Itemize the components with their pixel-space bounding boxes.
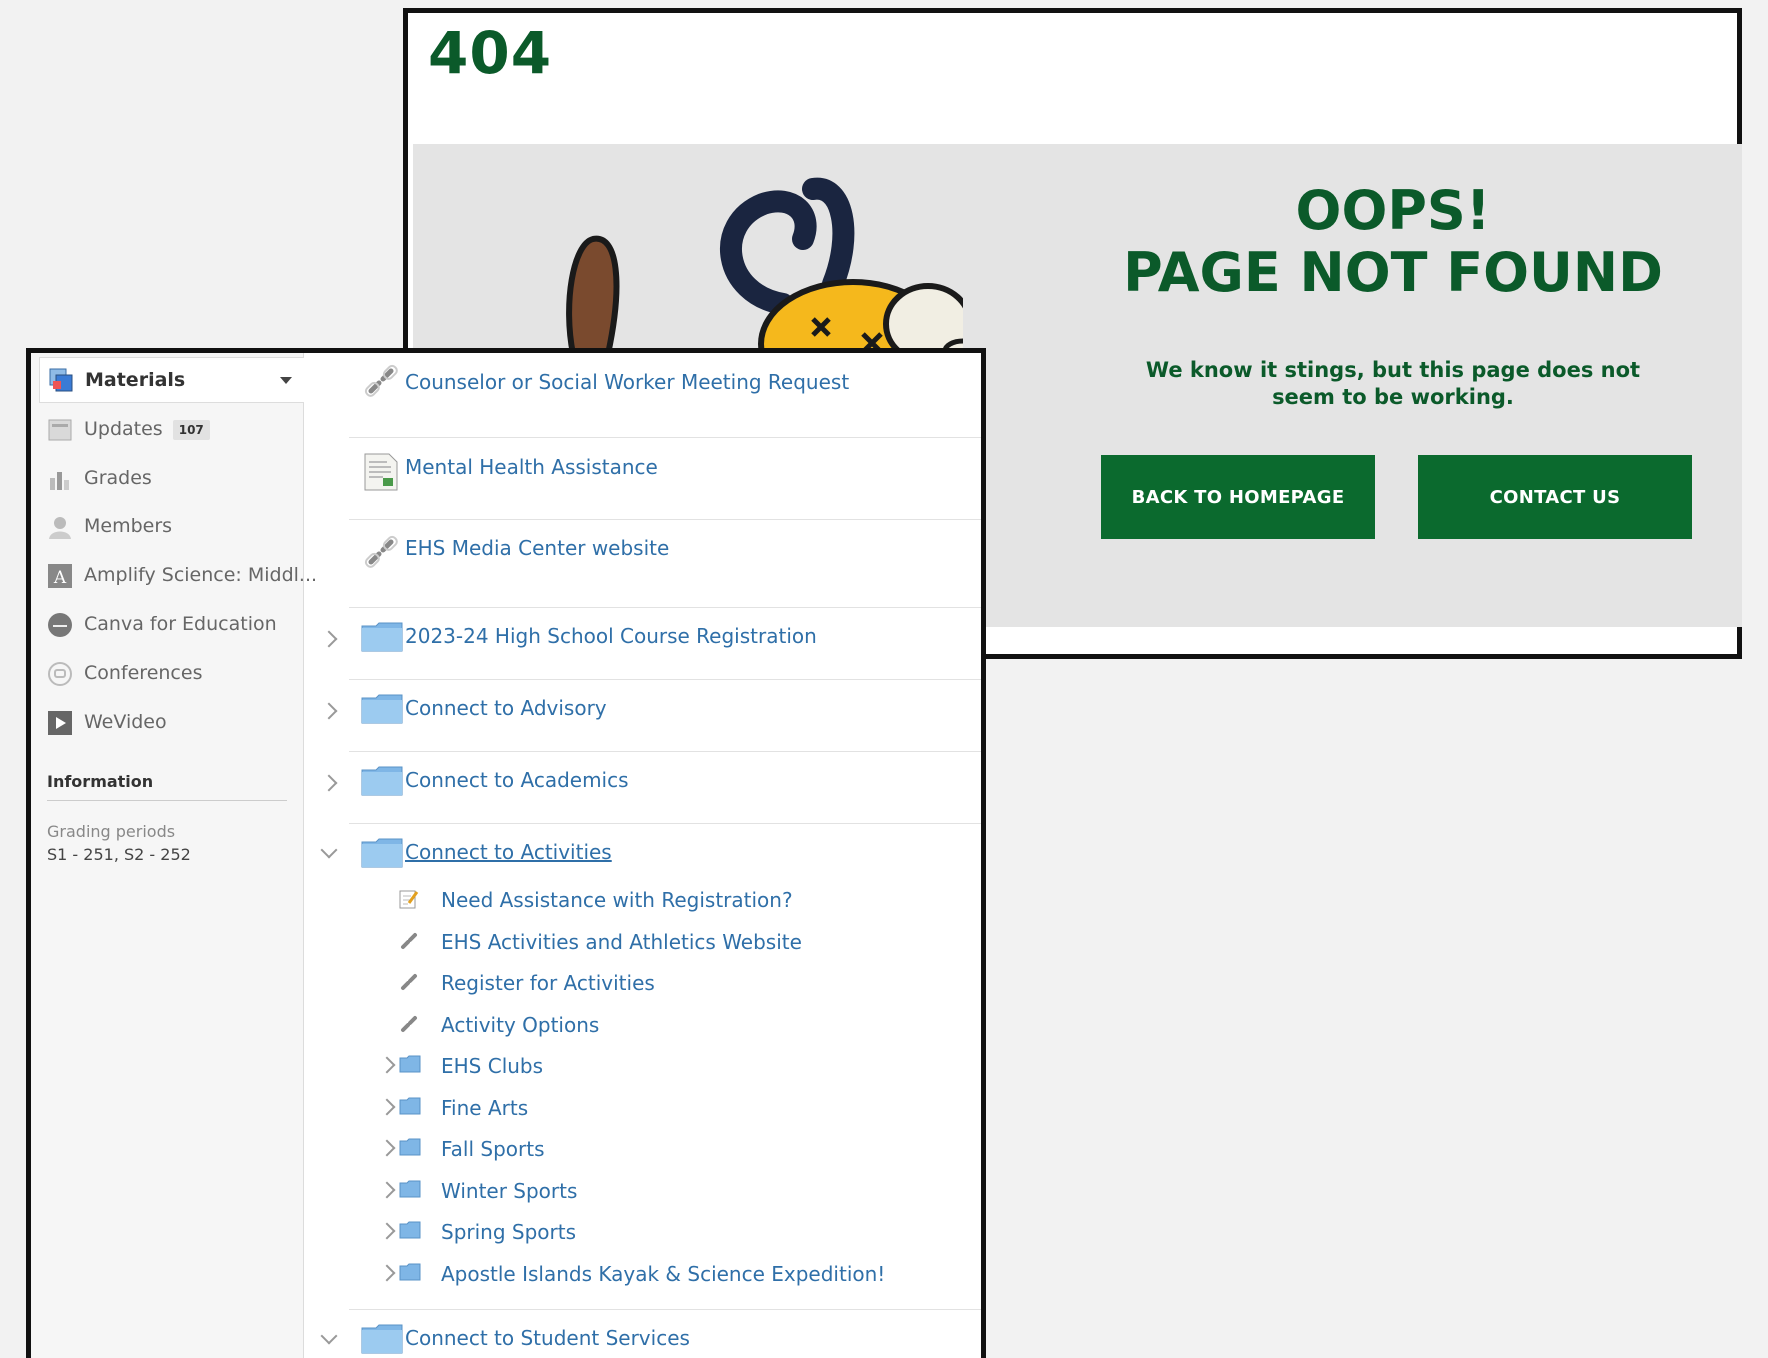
folder-icon [399,1097,421,1115]
folder-icon [399,1138,421,1156]
folder-icon [361,838,403,868]
material-item-label[interactable]: EHS Media Center website [405,536,669,560]
child-item-label[interactable]: Winter Sports [441,1179,577,1203]
chevron-down-icon[interactable] [320,841,338,859]
course-sidebar: Materials Updates 107 Grades Members A A… [31,353,317,1358]
folder-icon [399,1221,421,1239]
sidebar-item-wevideo[interactable]: WeVideo [31,703,303,743]
sidebar-item-label: Grades [84,467,152,489]
chevron-right-icon[interactable] [378,1181,396,1199]
folder-label[interactable]: Connect to Student Services [405,1326,690,1350]
members-icon [49,517,71,539]
link-icon [364,535,398,568]
sidebar-item-label: WeVideo [84,711,167,733]
back-to-homepage-button[interactable]: BACK TO HOMEPAGE [1101,455,1375,539]
child-item-label[interactable]: EHS Clubs [441,1054,543,1078]
divider [349,437,981,438]
child-item-label[interactable]: EHS Activities and Athletics Website [441,930,802,954]
folder-label[interactable]: Connect to Advisory [405,696,607,720]
sidebar-item-conferences[interactable]: Conferences [31,654,303,694]
grading-periods-label: Grading periods [47,822,176,841]
sidebar-item-label: Canva for Education [84,613,277,635]
link-icon [364,364,398,397]
folder-icon [361,622,403,652]
child-item-label[interactable]: Apostle Islands Kayak & Science Expediti… [441,1262,885,1286]
sidebar-item-grades[interactable]: Grades [31,459,303,499]
assignment-icon [399,890,419,909]
svg-text:A: A [53,568,67,588]
error-title-line-1: OOPS! [1295,179,1491,242]
material-item-label[interactable]: Mental Health Assistance [405,455,658,479]
document-icon [364,453,398,491]
child-item-label[interactable]: Fall Sports [441,1137,545,1161]
sidebar-item-updates-text: Updates 107 [84,418,210,440]
error-title: OOPS! PAGE NOT FOUND [1113,180,1673,304]
link-icon [401,974,417,990]
divider [349,1309,981,1310]
materials-icon [49,368,73,392]
sidebar-item-label: Updates [84,418,163,440]
folder-icon [399,1263,421,1281]
materials-list: Counselor or Social Worker Meeting Reque… [303,353,981,1358]
folder-icon [361,1324,403,1354]
child-item-label[interactable]: Spring Sports [441,1220,576,1244]
wevideo-icon [48,711,72,735]
folder-icon [399,1180,421,1198]
sidebar-item-label: Conferences [84,662,203,684]
link-icon [401,1016,417,1032]
folder-label[interactable]: Connect to Academics [405,768,629,792]
sidebar-item-materials-label: Materials [85,369,186,391]
folder-label[interactable]: Connect to Activities [405,840,612,864]
divider [47,800,287,801]
error-message: We know it stings, but this page does no… [1145,358,1641,409]
sidebar-item-canva[interactable]: Canva for Education [31,605,303,645]
chevron-right-icon[interactable] [378,1264,396,1282]
divider [349,519,981,520]
child-item-label[interactable]: Register for Activities [441,971,655,995]
chevron-down-icon[interactable] [280,377,292,384]
child-item-label[interactable]: Activity Options [441,1013,599,1037]
divider [349,751,981,752]
folder-icon [361,766,403,796]
chevron-right-icon[interactable] [378,1098,396,1116]
sidebar-item-label: Amplify Science: Middl... [84,564,318,586]
child-item-label[interactable]: Need Assistance with Registration? [441,888,793,912]
chevron-right-icon[interactable] [320,774,338,792]
updates-icon [48,419,72,441]
chevron-right-icon[interactable] [378,1222,396,1240]
sidebar-item-amplify-science[interactable]: A Amplify Science: Middl... [31,556,317,596]
sidebar-item-materials[interactable]: Materials [39,357,304,403]
error-title-line-2: PAGE NOT FOUND [1123,241,1663,304]
conferences-icon [48,662,72,686]
folder-icon [399,1055,421,1073]
sidebar-item-label: Members [84,515,173,537]
error-code: 404 [428,19,553,87]
sidebar-item-updates[interactable]: Updates 107 [31,410,303,450]
dizzy-bee-mascot-icon [566,177,963,364]
divider [349,823,981,824]
folder-icon [361,694,403,724]
grading-periods-value: S1 - 251, S2 - 252 [47,845,191,864]
divider [349,607,981,608]
contact-us-button[interactable]: CONTACT US [1418,455,1692,539]
canva-icon [48,613,72,637]
chevron-right-icon[interactable] [378,1139,396,1157]
chevron-right-icon[interactable] [320,630,338,648]
amplify-icon: A [48,564,72,588]
child-item-label[interactable]: Fine Arts [441,1096,528,1120]
link-icon [401,933,417,949]
sidebar-item-members[interactable]: Members [31,507,303,547]
information-heading: Information [47,772,154,791]
updates-count-badge: 107 [172,419,210,440]
material-item-label[interactable]: Counselor or Social Worker Meeting Reque… [405,370,849,394]
chevron-right-icon[interactable] [378,1056,396,1074]
chevron-down-icon[interactable] [320,1327,338,1345]
grades-icon [50,472,69,490]
divider [349,679,981,680]
chevron-right-icon[interactable] [320,702,338,720]
folder-label[interactable]: 2023-24 High School Course Registration [405,624,817,648]
course-materials-screenshot: Materials Updates 107 Grades Members A A… [26,348,986,1358]
